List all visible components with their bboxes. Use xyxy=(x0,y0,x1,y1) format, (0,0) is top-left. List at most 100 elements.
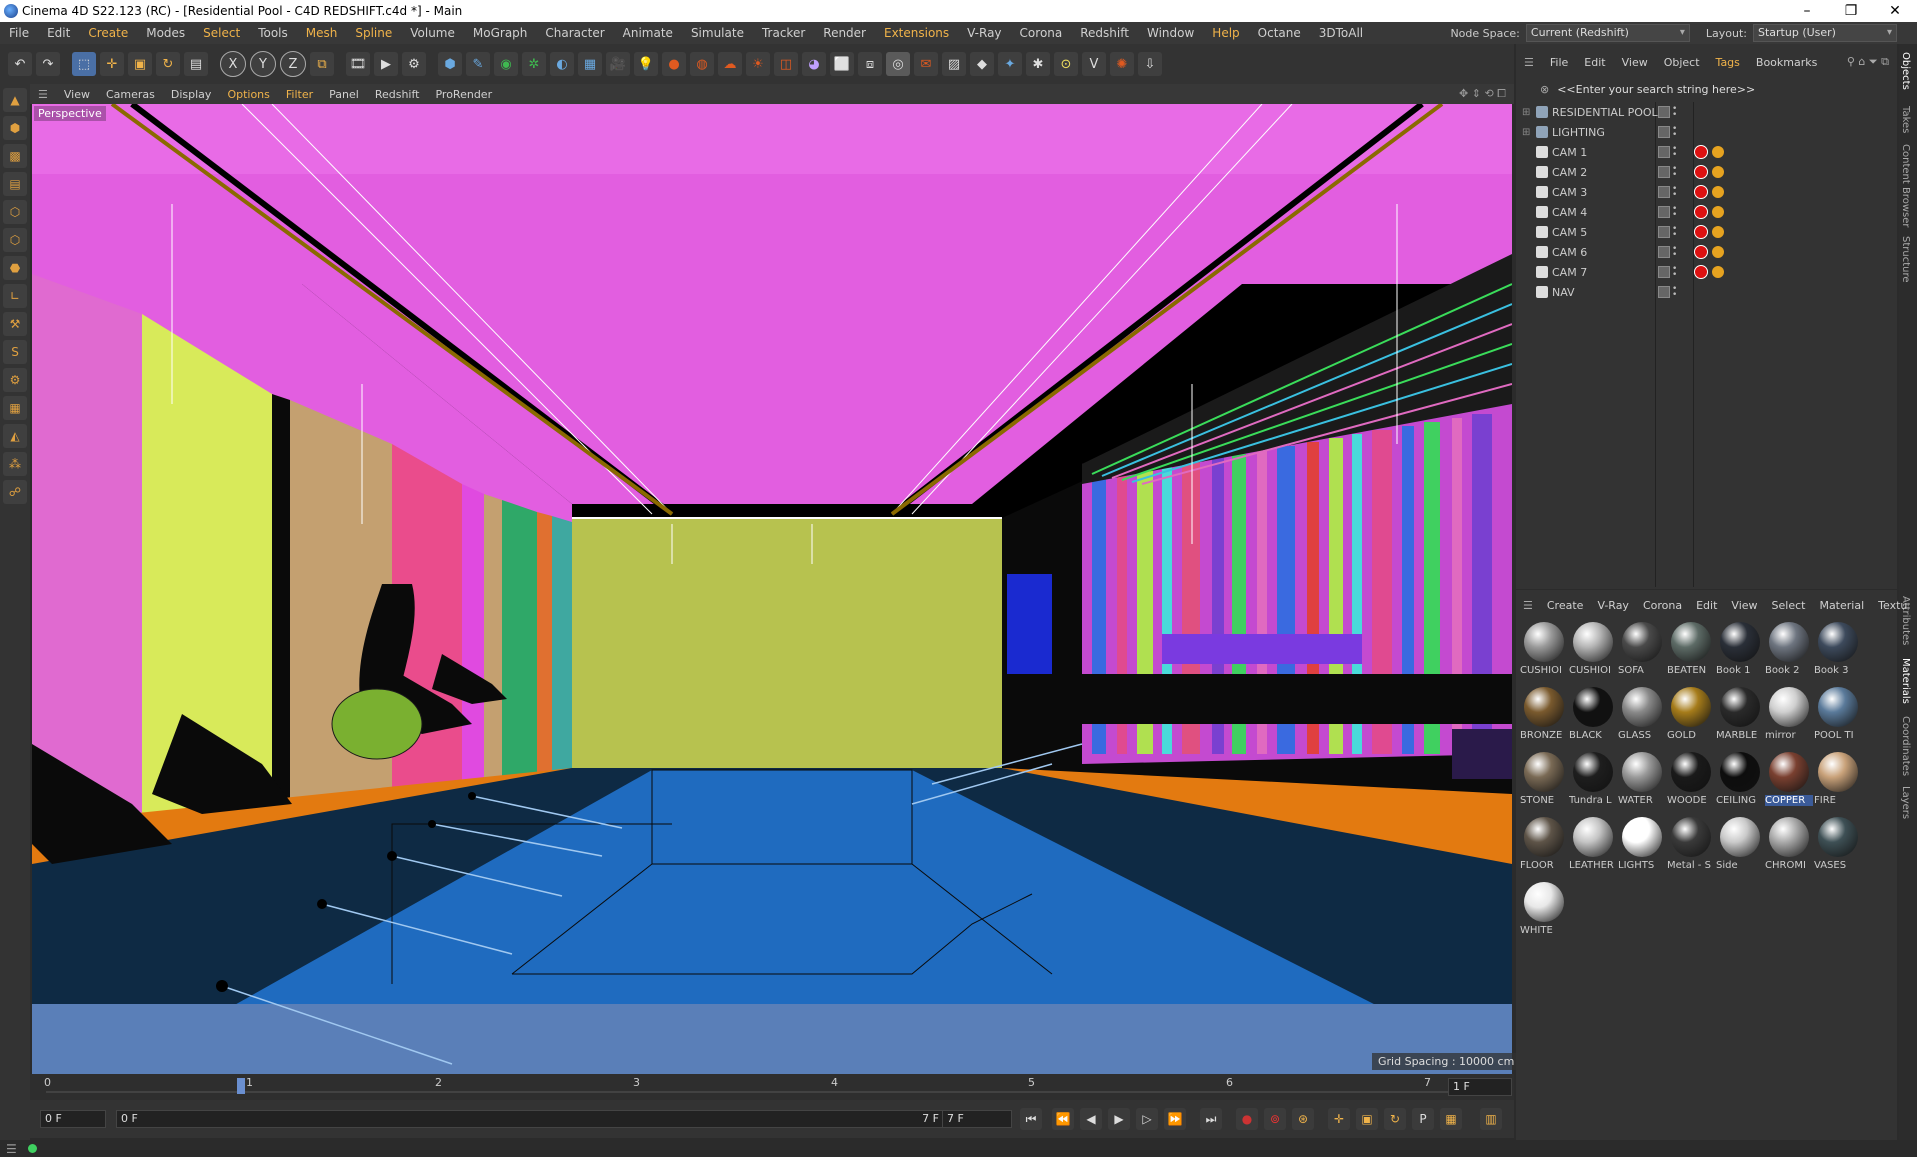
protection-tag-icon[interactable] xyxy=(1694,245,1708,259)
visibility-dots-icon[interactable]: • • xyxy=(1672,105,1678,120)
menu-file[interactable]: File xyxy=(0,26,38,40)
layer-toggle-icon[interactable] xyxy=(1658,246,1670,258)
om-search-icons[interactable]: ⚲ ⌂ ⏷ ⧉ xyxy=(1839,55,1897,69)
live-selection-icon[interactable]: ⬚ xyxy=(72,52,96,76)
om-menu-bookmarks[interactable]: Bookmarks xyxy=(1748,56,1825,69)
render-settings-icon[interactable]: ⚙ xyxy=(402,52,426,76)
brush-icon[interactable]: ⁂ xyxy=(3,452,27,476)
object-search-input[interactable]: <<Enter your search string here>> xyxy=(1557,83,1755,96)
material-swatch[interactable]: POOL TI xyxy=(1814,685,1862,749)
object-row-residential-pool[interactable]: ⊞ RESIDENTIAL POOL • • xyxy=(1516,102,1897,122)
layer-toggle-icon[interactable] xyxy=(1658,166,1670,178)
mm-menu-material[interactable]: Material xyxy=(1812,599,1871,612)
key-scale-icon[interactable]: ▣ xyxy=(1356,1108,1378,1130)
viewport-menu-prorender[interactable]: ProRender xyxy=(427,88,500,101)
menu-volume[interactable]: Volume xyxy=(401,26,464,40)
sculpt-icon[interactable]: ☍ xyxy=(3,480,27,504)
material-swatch[interactable]: LIGHTS xyxy=(1618,815,1666,879)
visibility-dots-icon[interactable]: • • xyxy=(1672,225,1678,240)
material-manager-menu-icon[interactable]: ☰ xyxy=(1516,599,1540,612)
render-picture-viewer-icon[interactable]: ▶ xyxy=(374,52,398,76)
render-view-icon[interactable]: 🎞 xyxy=(346,52,370,76)
timeline-ruler[interactable]: 0 1 2 3 4 5 6 7 1 F xyxy=(30,1074,1514,1100)
previous-key-icon[interactable]: ⏪ xyxy=(1052,1108,1074,1130)
node-space-select[interactable]: Current (Redshift) xyxy=(1525,24,1690,42)
redshift-ipr-icon[interactable]: ◎ xyxy=(886,52,910,76)
material-swatch[interactable]: LEATHER xyxy=(1569,815,1617,879)
snap-icon[interactable]: S xyxy=(3,340,27,364)
visibility-dots-icon[interactable]: • • xyxy=(1672,185,1678,200)
go-to-end-icon[interactable]: ⏭ xyxy=(1200,1108,1222,1130)
material-swatch[interactable]: WHITE xyxy=(1520,880,1568,944)
material-swatch[interactable]: CUSHIOI xyxy=(1520,620,1568,684)
start-frame-field[interactable]: 0 F xyxy=(40,1110,106,1128)
coordinate-system-icon[interactable]: ⧉ xyxy=(310,52,334,76)
om-menu-view[interactable]: View xyxy=(1614,56,1656,69)
visibility-dots-icon[interactable]: • • xyxy=(1672,265,1678,280)
side-tab-materials[interactable]: Materials xyxy=(1900,658,1911,704)
object-row-lighting[interactable]: ⊞ LIGHTING • • xyxy=(1516,122,1897,142)
object-row-cam-3[interactable]: CAM 3 • • xyxy=(1516,182,1897,202)
tweak-icon[interactable]: ⚒ xyxy=(3,312,27,336)
protection-tag-icon[interactable] xyxy=(1694,205,1708,219)
layer-toggle-icon[interactable] xyxy=(1658,146,1670,158)
grid-icon[interactable]: ▦ xyxy=(3,396,27,420)
scale-icon[interactable]: ▣ xyxy=(128,52,152,76)
menu-help[interactable]: Help xyxy=(1203,26,1248,40)
camera-tag-icon[interactable] xyxy=(1712,266,1724,278)
cloner-icon[interactable]: ✲ xyxy=(522,52,546,76)
object-row-cam-5[interactable]: CAM 5 • • xyxy=(1516,222,1897,242)
current-frame-field[interactable]: 1 F xyxy=(1448,1078,1512,1096)
menu-create[interactable]: Create xyxy=(79,26,137,40)
light-icon[interactable]: 💡 xyxy=(634,52,658,76)
material-swatch[interactable]: BLACK xyxy=(1569,685,1617,749)
camera-tag-icon[interactable] xyxy=(1712,166,1724,178)
material-swatch[interactable]: Book 1 xyxy=(1716,620,1764,684)
object-row-cam-4[interactable]: CAM 4 • • xyxy=(1516,202,1897,222)
status-menu-icon[interactable]: ☰ xyxy=(6,1142,17,1156)
axis-mode-icon[interactable]: ∟ xyxy=(3,284,27,308)
layer-toggle-icon[interactable] xyxy=(1658,186,1670,198)
3d-viewport[interactable] xyxy=(32,104,1512,1074)
redo-icon[interactable]: ↷ xyxy=(36,52,60,76)
viewport-menu-filter[interactable]: Filter xyxy=(278,88,321,101)
menu-animate[interactable]: Animate xyxy=(614,26,682,40)
side-tab-structure[interactable]: Structure xyxy=(1900,236,1911,283)
go-to-start-icon[interactable]: ⏮ xyxy=(1020,1108,1042,1130)
y-axis-lock-button[interactable]: Y xyxy=(250,51,276,77)
material-swatch[interactable]: Side xyxy=(1716,815,1764,879)
rotate-icon[interactable]: ↻ xyxy=(156,52,180,76)
viewport-menu-display[interactable]: Display xyxy=(163,88,220,101)
octane-settings-icon[interactable]: ✦ xyxy=(998,52,1022,76)
material-swatch[interactable]: Book 3 xyxy=(1814,620,1862,684)
autokey-icon[interactable]: ⊚ xyxy=(1264,1108,1286,1130)
material-swatch[interactable]: COPPER xyxy=(1765,750,1813,814)
material-swatch[interactable]: CUSHIOI xyxy=(1569,620,1617,684)
material-swatch[interactable]: BEATEN xyxy=(1667,620,1715,684)
side-tab-coordinates[interactable]: Coordinates xyxy=(1900,716,1911,776)
object-row-cam-7[interactable]: CAM 7 • • xyxy=(1516,262,1897,282)
minimize-button[interactable]: – xyxy=(1785,0,1829,22)
mm-menu-create[interactable]: Create xyxy=(1540,599,1591,612)
visibility-dots-icon[interactable]: • • xyxy=(1672,145,1678,160)
expand-icon[interactable]: ⊞ xyxy=(1522,107,1530,118)
object-row-cam-1[interactable]: CAM 1 • • xyxy=(1516,142,1897,162)
menu-redshift[interactable]: Redshift xyxy=(1071,26,1138,40)
redshift-light-icon[interactable]: ● xyxy=(662,52,686,76)
redshift-proxy-icon[interactable]: ⧈ xyxy=(858,52,882,76)
redshift-camera-icon[interactable]: ◍ xyxy=(690,52,714,76)
play-icon[interactable]: ▶ xyxy=(1108,1108,1130,1130)
material-swatch[interactable]: SOFA xyxy=(1618,620,1666,684)
workplane-icon[interactable]: ▤ xyxy=(3,172,27,196)
layer-toggle-icon[interactable] xyxy=(1658,286,1670,298)
pen-icon[interactable]: ✎ xyxy=(466,52,490,76)
camera-tag-icon[interactable] xyxy=(1712,246,1724,258)
menu-character[interactable]: Character xyxy=(536,26,613,40)
camera-icon[interactable]: 🎥 xyxy=(606,52,630,76)
mm-menu-edit[interactable]: Edit xyxy=(1689,599,1724,612)
camera-tag-icon[interactable] xyxy=(1712,146,1724,158)
layer-toggle-icon[interactable] xyxy=(1658,266,1670,278)
key-parameter-icon[interactable]: P xyxy=(1412,1108,1434,1130)
layer-toggle-icon[interactable] xyxy=(1658,206,1670,218)
menu-edit[interactable]: Edit xyxy=(38,26,79,40)
